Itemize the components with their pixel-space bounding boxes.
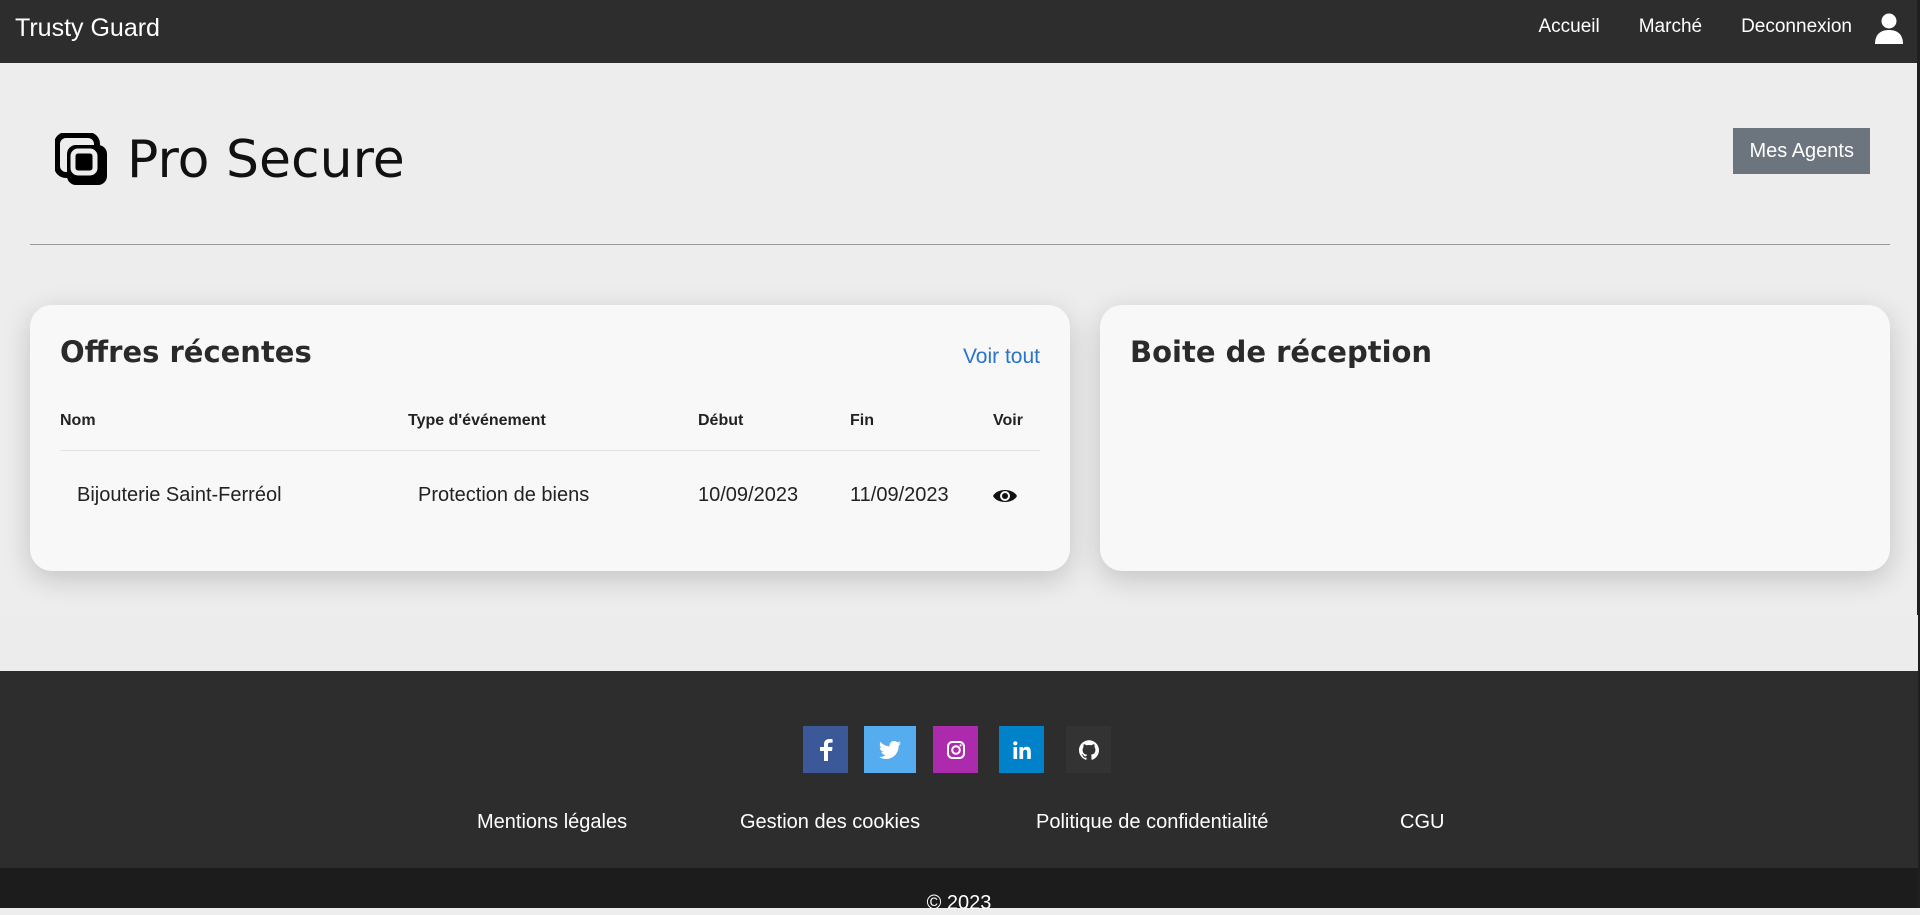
company-name: Pro Secure — [127, 130, 405, 190]
column-header-debut: Début — [698, 412, 744, 429]
company-logo-icon — [55, 133, 107, 185]
facebook-icon[interactable] — [803, 726, 848, 773]
nav-link-marche[interactable]: Marché — [1639, 16, 1702, 38]
copyright-text: © 2023 — [926, 892, 992, 914]
recent-offers-card: Offres récentes Voir tout Nom Type d'évé… — [30, 305, 1070, 571]
nav-links: Accueil Marché Deconnexion — [1538, 16, 1852, 38]
voir-tout-link[interactable]: Voir tout — [963, 345, 1040, 369]
recent-offers-title: Offres récentes — [60, 335, 312, 369]
cell-fin: 11/09/2023 — [850, 484, 949, 506]
footer-link-mentions-legales[interactable]: Mentions légales — [477, 811, 627, 834]
nav-link-deconnexion[interactable]: Deconnexion — [1741, 16, 1852, 38]
nav-link-accueil[interactable]: Accueil — [1538, 16, 1599, 38]
github-icon[interactable] — [1066, 726, 1111, 773]
eye-icon[interactable] — [992, 485, 1018, 507]
inbox-card: Boite de réception — [1100, 305, 1890, 571]
footer: Mentions légales Gestion des cookies Pol… — [0, 671, 1918, 868]
copyright-bar: © 2023 — [0, 868, 1918, 914]
footer-link-cgu[interactable]: CGU — [1400, 811, 1444, 834]
inbox-title: Boite de réception — [1130, 335, 1433, 369]
twitter-icon[interactable] — [864, 726, 916, 773]
navbar: Trusty Guard Accueil Marché Deconnexion — [0, 0, 1918, 63]
mes-agents-button[interactable]: Mes Agents — [1733, 128, 1870, 174]
column-header-fin: Fin — [850, 412, 874, 429]
footer-link-gestion-cookies[interactable]: Gestion des cookies — [740, 811, 920, 834]
section-divider — [30, 244, 1890, 245]
user-icon[interactable] — [1873, 12, 1905, 44]
footer-link-politique-confidentialite[interactable]: Politique de confidentialité — [1036, 811, 1268, 834]
column-header-nom: Nom — [60, 412, 96, 429]
column-header-type: Type d'événement — [408, 412, 546, 429]
company-header: Pro Secure — [55, 130, 405, 190]
instagram-icon[interactable] — [933, 726, 978, 773]
cell-type: Protection de biens — [418, 484, 590, 506]
brand-logo-text[interactable]: Trusty Guard — [15, 14, 160, 43]
linkedin-icon[interactable] — [999, 726, 1044, 773]
table-header-divider — [60, 450, 1040, 451]
cell-nom: Bijouterie Saint-Ferréol — [77, 484, 282, 506]
column-header-voir: Voir — [993, 412, 1023, 429]
cell-debut: 10/09/2023 — [698, 484, 799, 506]
content-bottom-band — [0, 615, 1918, 671]
